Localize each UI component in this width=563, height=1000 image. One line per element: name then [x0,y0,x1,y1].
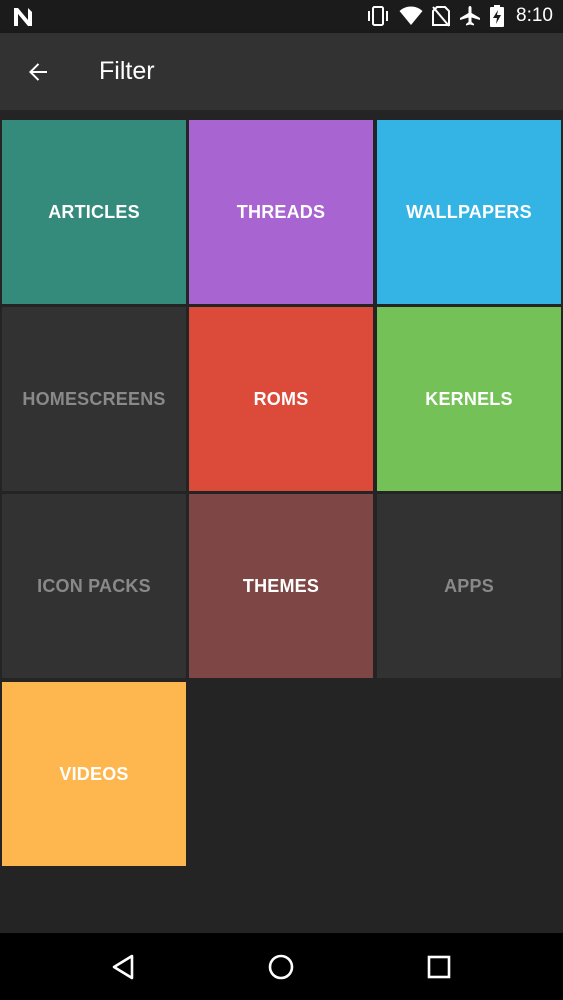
airplane-icon [460,6,481,26]
tile-threads[interactable]: THREADS [189,120,373,304]
recents-square-icon [427,955,451,979]
tile-label: ROMS [253,388,309,409]
n-logo-icon [14,8,32,26]
tile-label: APPS [444,575,494,596]
tile-roms[interactable]: ROMS [189,307,373,491]
tile-label: VIDEOS [59,763,129,784]
nav-back-button[interactable] [106,950,140,984]
status-right: 8:10 [366,5,553,27]
status-time: 8:10 [516,5,553,26]
back-button[interactable] [20,54,56,90]
no-sim-icon [432,6,451,27]
back-triangle-icon [112,954,134,980]
status-left [12,6,34,33]
page-title: Filter [99,57,155,85]
tile-label: KERNELS [425,388,513,409]
wifi-icon [399,6,423,25]
tile-articles[interactable]: ARTICLES [2,120,186,304]
tile-label: WALLPAPERS [406,201,532,222]
tile-label: HOMESCREENS [22,388,166,409]
filter-grid: ARTICLES THREADS WALLPAPERS HOMESCREENS ROMS… [0,110,563,933]
tile-icon-packs[interactable]: ICON PACKS [2,494,186,678]
app-bar: Filter [0,33,563,110]
status-bar: 8:10 [0,0,563,33]
tile-homescreens[interactable]: HOMESCREENS [2,307,186,491]
arrow-back-icon [29,63,47,81]
tile-label: ARTICLES [48,201,140,222]
tile-apps[interactable]: APPS [377,494,561,678]
tile-label: THEMES [242,575,320,596]
nav-home-button[interactable] [264,950,298,984]
battery-charging-icon [490,5,505,27]
system-nav-bar [0,933,563,1000]
tile-label: ICON PACKS [37,575,151,596]
tile-kernels[interactable]: KERNELS [377,307,561,491]
tile-themes[interactable]: THEMES [189,494,373,678]
tile-videos[interactable]: VIDEOS [2,682,186,866]
vibrate-icon [368,6,389,26]
tile-wallpapers[interactable]: WALLPAPERS [377,120,561,304]
nav-recents-button[interactable] [422,950,456,984]
home-circle-icon [268,954,294,980]
tile-label: THREADS [236,201,326,222]
